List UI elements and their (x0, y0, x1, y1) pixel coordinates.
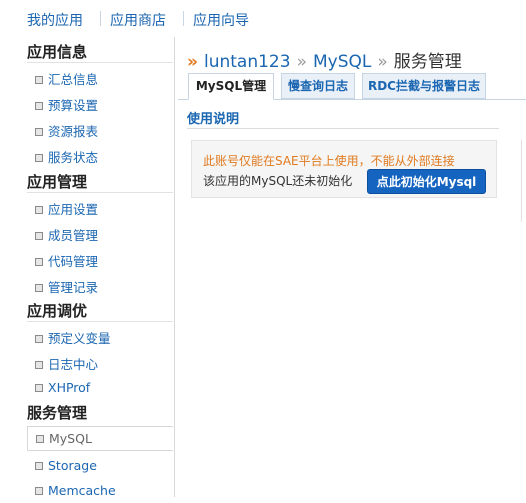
sidebar-item-summary[interactable]: 汇总信息 (35, 69, 98, 89)
section-divider (187, 128, 499, 129)
sidebar-item-memcache[interactable]: Memcache (35, 483, 116, 503)
bullet-icon (35, 153, 43, 162)
sidebar: 应用信息 汇总信息 预算设置 资源报表 服务状态 应用管理 应用设置 成员管理 … (27, 37, 175, 498)
bullet-icon (35, 334, 43, 343)
sidebar-item-resource-report[interactable]: 资源报表 (35, 121, 98, 141)
init-panel: 此账号仅能在SAE平台上使用，不能从外部连接 该应用的MySQL还未初始化 点此… (191, 140, 497, 198)
top-nav: 我的应用 应用商店 应用向导 (0, 0, 526, 36)
breadcrumb-service[interactable]: MySQL (313, 52, 371, 72)
init-mysql-button[interactable]: 点此初始化Mysql (367, 169, 486, 194)
nav-my-apps[interactable]: 我的应用 (27, 10, 83, 30)
content-edge (521, 140, 522, 222)
section-divider (27, 192, 173, 193)
sidebar-item-budget[interactable]: 预算设置 (35, 95, 98, 115)
sidebar-item-log-center[interactable]: 日志中心 (35, 354, 98, 374)
bullet-icon (35, 360, 43, 369)
section-divider (27, 62, 173, 63)
sidebar-item-storage[interactable]: Storage (35, 458, 97, 478)
sidebar-section-app-tuning: 应用调优 (27, 302, 88, 320)
bullet-icon (35, 75, 43, 84)
bullet-icon (35, 383, 43, 392)
breadcrumb-app[interactable]: luntan123 (204, 52, 291, 72)
sidebar-item-predefined-vars[interactable]: 预定义变量 (35, 328, 111, 348)
usage-title: 使用说明 (187, 112, 240, 127)
double-chevron-icon: » (187, 52, 198, 72)
tab-slow-query-log[interactable]: 慢查询日志 (281, 73, 355, 99)
sidebar-item-code[interactable]: 代码管理 (35, 251, 98, 271)
uninitialized-notice: 该应用的MySQL还未初始化 (203, 174, 353, 188)
nav-app-store[interactable]: 应用商店 (110, 10, 166, 30)
bullet-icon (35, 101, 43, 110)
sidebar-item-members[interactable]: 成员管理 (35, 225, 98, 245)
nav-divider (183, 11, 184, 26)
sidebar-item-mysql[interactable]: MySQL (27, 426, 173, 451)
sidebar-section-app-info: 应用信息 (27, 43, 88, 61)
bullet-icon (35, 283, 43, 292)
breadcrumb-current: 服务管理 (393, 52, 462, 72)
sidebar-section-app-manage: 应用管理 (27, 173, 88, 191)
nav-divider (100, 11, 101, 26)
breadcrumb-separator: » (377, 52, 388, 72)
bullet-icon (35, 127, 43, 136)
bullet-icon (35, 205, 43, 214)
nav-app-wizard[interactable]: 应用向导 (193, 10, 249, 30)
sidebar-item-manage-log[interactable]: 管理记录 (35, 277, 98, 297)
sidebar-section-service-manage: 服务管理 (27, 404, 88, 422)
sidebar-item-xhprof[interactable]: XHProf (35, 380, 90, 400)
bullet-icon (36, 434, 44, 443)
section-divider (27, 321, 173, 322)
bullet-icon (35, 461, 43, 470)
bullet-icon (35, 486, 43, 495)
sidebar-item-service-status[interactable]: 服务状态 (35, 147, 98, 167)
sidebar-item-app-settings[interactable]: 应用设置 (35, 199, 98, 219)
tab-rdc-log[interactable]: RDC拦截与报警日志 (362, 73, 486, 99)
breadcrumb-separator: » (296, 52, 307, 72)
external-connect-warning: 此账号仅能在SAE平台上使用，不能从外部连接 (203, 154, 455, 168)
breadcrumb: » luntan123» MySQL» 服务管理 (187, 47, 462, 72)
bullet-icon (35, 257, 43, 266)
bullet-icon (35, 231, 43, 240)
tab-mysql-manage[interactable]: MySQL管理 (188, 73, 274, 100)
